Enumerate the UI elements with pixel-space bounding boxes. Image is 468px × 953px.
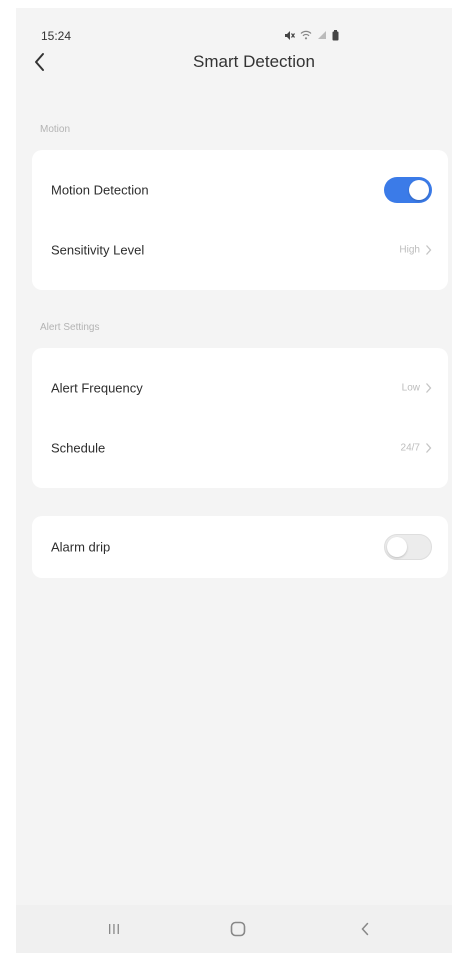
sensitivity-level-value-group: High	[399, 245, 432, 256]
motion-card: Motion Detection Sensitivity Level High	[32, 150, 448, 290]
signal-icon	[317, 30, 327, 40]
schedule-row[interactable]: Schedule 24/7	[32, 420, 448, 476]
sensitivity-level-label: Sensitivity Level	[51, 242, 145, 258]
alarm-drip-label: Alarm drip	[51, 539, 111, 555]
motion-detection-label: Motion Detection	[51, 182, 149, 198]
back-icon[interactable]	[351, 917, 379, 941]
section-label-alert-settings: Alert Settings	[40, 322, 100, 333]
sensitivity-level-row[interactable]: Sensitivity Level High	[32, 222, 448, 278]
wifi-icon	[300, 30, 312, 40]
sensitivity-level-value: High	[399, 244, 420, 256]
alert-frequency-value-group: Low	[402, 383, 432, 394]
alarm-drip-toggle[interactable]	[384, 534, 432, 560]
schedule-label: Schedule	[51, 440, 106, 456]
chevron-right-icon	[425, 443, 432, 454]
alert-settings-card: Alert Frequency Low Schedule 24/7	[32, 348, 448, 488]
alert-frequency-row[interactable]: Alert Frequency Low	[32, 360, 448, 416]
page-header: Smart Detection	[16, 46, 452, 80]
chevron-right-icon	[425, 383, 432, 394]
schedule-value: 24/7	[400, 442, 420, 454]
mute-icon	[284, 30, 295, 41]
motion-detection-row[interactable]: Motion Detection	[32, 162, 448, 218]
status-time: 15:24	[41, 29, 72, 43]
recents-icon[interactable]	[100, 917, 128, 941]
motion-detection-toggle[interactable]	[384, 177, 432, 203]
app-screen: 15:24 Smart Detection Motion Motion Dete…	[16, 8, 452, 953]
alert-frequency-label: Alert Frequency	[51, 380, 143, 396]
schedule-value-group: 24/7	[401, 443, 432, 454]
toggle-knob	[387, 537, 407, 557]
status-icons	[284, 28, 354, 42]
alert-frequency-value: Low	[401, 382, 420, 394]
home-icon[interactable]	[224, 917, 252, 941]
system-navigation-bar	[16, 905, 452, 953]
chevron-right-icon	[425, 245, 432, 256]
alarm-drip-row[interactable]: Alarm drip	[32, 519, 448, 575]
alarm-drip-card: Alarm drip	[32, 516, 448, 578]
battery-icon	[332, 29, 339, 41]
page-title: Smart Detection	[193, 52, 315, 71]
status-bar: 15:24	[16, 8, 452, 48]
section-label-motion: Motion	[40, 124, 71, 135]
toggle-knob	[409, 180, 429, 200]
